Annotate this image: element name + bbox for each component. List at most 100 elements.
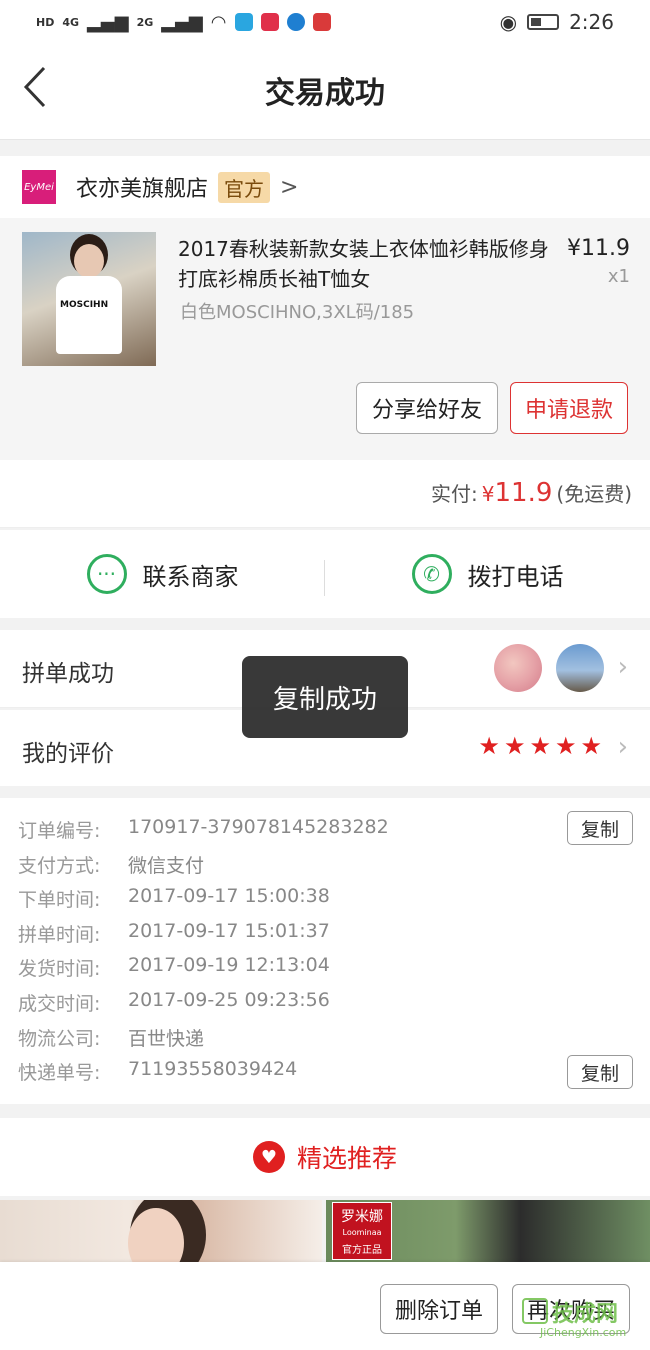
shirt-logo: MOSCIHN [60,300,109,310]
battery-icon [527,14,560,30]
chat-bubble-icon: ··· [86,554,127,594]
avatar [556,644,604,692]
detail-group-time: 拼单时间: 2017-09-17 15:01:37 [0,914,650,949]
product-price: ¥11.9 [567,236,630,261]
store-name: 衣亦美旗舰店 [76,177,209,202]
signal-bars-icon: ▂▄▆ [87,11,129,33]
detail-deal-time: 成交时间: 2017-09-25 09:23:56 [0,983,650,1018]
copy-tracking-number-button[interactable]: 复制 [567,1055,633,1089]
toast-message: 复制成功 [242,656,408,738]
recommend-title: 精选推荐 [296,1144,397,1173]
signal-4g-icon: 4G [62,15,80,29]
currency-symbol: ¥ [481,482,495,506]
contact-merchant-button[interactable]: ··· 联系商家 [0,530,325,618]
detail-key: 拼单时间: [18,923,101,946]
watermark-url: JiChengXin.com [540,1326,627,1339]
star-icon: ★ [580,732,602,760]
order-card: EyMei 衣亦美旗舰店 官方 > MOSCIHN 2017春秋装新款女装上衣体… [0,156,650,460]
order-actions: 分享给好友 申请退款 [0,378,650,460]
brand-subtitle: Loominaa [342,1228,382,1237]
avatar [494,644,542,692]
eye-icon: ◉ [499,10,518,34]
detail-value: 微信支付 [128,854,205,877]
app-notify-icon-4 [312,13,331,31]
brand-official: 官方正品 [342,1245,382,1256]
detail-key: 支付方式: [18,854,101,877]
status-right: ◉ 2:26 [500,10,614,34]
nav-bar: 交易成功 [0,44,650,140]
detail-key: 下单时间: [18,889,101,912]
brand-name: 罗米娜 [341,1209,383,1225]
amount-value: 11.9 [494,478,553,508]
detail-value: 71193558039424 [128,1058,298,1081]
group-buy-label: 拼单成功 [22,661,114,687]
delete-order-button[interactable]: 删除订单 [380,1284,498,1334]
phone-icon: ✆ [411,554,452,594]
detail-tracking-number: 快递单号: 71193558039424 [0,1052,650,1087]
detail-value: 2017-09-17 15:00:38 [128,885,330,908]
store-logo: EyMei [22,170,56,204]
signal-2g-icon: 2G [136,15,154,29]
clock: 2:26 [569,10,614,34]
contact-merchant-label: 联系商家 [142,562,239,591]
wifi-icon: ◠ [210,11,227,33]
status-bar: HD 4G ▂▄▆ 2G ▂▄▆ ◠ ◉ 2:26 [0,0,650,44]
payment-row: 实付: ¥11.9 (免运费) [0,460,650,528]
star-icon: ★ [529,732,551,760]
detail-key: 物流公司: [18,1027,101,1050]
detail-key: 快递单号: [18,1062,101,1085]
product-image[interactable]: MOSCIHN [22,232,156,366]
product-title: 2017春秋装新款女装上衣体恤衫韩版修身打底衫棉质长袖T恤女 [178,237,549,291]
detail-order-time: 下单时间: 2017-09-17 15:00:38 [0,879,650,914]
star-icon: ★ [554,732,577,760]
product-row[interactable]: MOSCIHN 2017春秋装新款女装上衣体恤衫韩版修身打底衫棉质长袖T恤女 白… [0,218,650,378]
detail-key: 发货时间: [18,958,101,981]
page-title: 交易成功 [265,76,385,111]
recommend-item-image[interactable] [0,1200,322,1262]
chevron-right-icon: › [617,652,628,682]
call-phone-label: 拨打电话 [467,562,564,591]
detail-key: 成交时间: [18,992,101,1015]
recommend-grid: 罗米娜 Loominaa 官方正品 [0,1200,650,1262]
star-icon: ★ [503,732,526,760]
recommend-header: ♥ 精选推荐 [0,1118,650,1196]
detail-value: 2017-09-19 12:13:04 [128,954,330,977]
app-notify-icon-2 [260,13,279,31]
model-shirt [56,276,122,354]
detail-key: 订单编号: [18,820,101,842]
refund-button[interactable]: 申请退款 [510,382,628,434]
recommend-item-image[interactable]: 罗米娜 Loominaa 官方正品 [326,1200,650,1262]
star-rating: ★ ★ ★ ★ ★ [478,732,602,760]
star-icon: ★ [478,732,500,760]
hd-indicator: HD [36,15,55,29]
status-left: HD 4G ▂▄▆ 2G ▂▄▆ ◠ [36,12,331,33]
payment-amount: ¥11.9 [482,478,553,508]
product-quantity: x1 [607,266,630,287]
detail-value: 2017-09-25 09:23:56 [128,988,330,1011]
app-notify-icon-1 [234,13,253,31]
store-header[interactable]: EyMei 衣亦美旗舰店 官方 > [0,156,650,218]
detail-order-number: 订单编号: 170917-379078145283282 [0,810,650,845]
detail-value: 170917-379078145283282 [128,816,389,838]
watermark: 技成网 JiChengXin.com [522,1296,642,1342]
shipping-note: (免运费) [556,482,632,506]
watermark-logo-icon [522,1298,548,1324]
chevron-right-icon: > [280,174,299,200]
detail-value: 2017-09-17 15:01:37 [128,919,330,942]
chevron-right-icon: › [617,732,628,762]
share-button[interactable]: 分享给好友 [356,382,498,434]
detail-courier: 物流公司: 百世快递 [0,1018,650,1053]
signal-bars-icon-2: ▂▄▆ [161,11,203,33]
watermark-text: 技成网 [552,1302,619,1327]
review-label: 我的评价 [22,741,114,767]
copy-order-number-button[interactable]: 复制 [567,811,633,845]
model-face [128,1208,184,1262]
payment-label: 实付: [431,482,478,506]
payment-summary: 实付: ¥11.9 (免运费) [431,478,632,508]
call-phone-button[interactable]: ✆ 拨打电话 [325,530,650,618]
divider [324,560,325,596]
order-details: 订单编号: 170917-379078145283282 支付方式: 微信支付 … [0,798,650,1104]
detail-value: 百世快递 [128,1027,205,1050]
heart-icon: ♥ [252,1141,285,1173]
product-spec: 白色MOSCIHNO,3XL码/185 [180,302,415,323]
